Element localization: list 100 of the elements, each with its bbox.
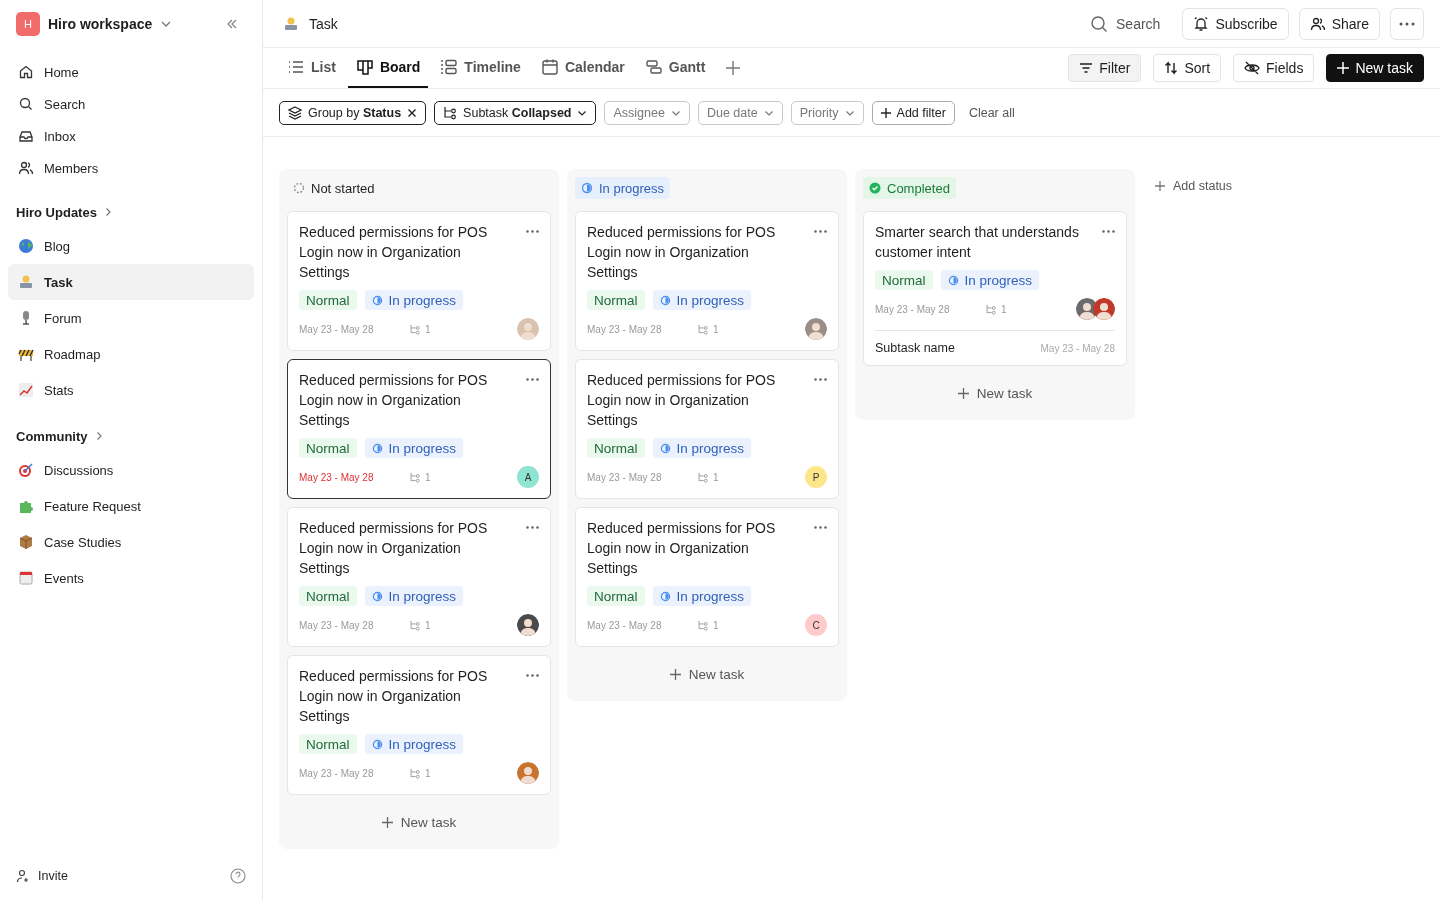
home-icon [18, 64, 34, 80]
task-title: Reduced permissions for POS Login now in Organization Settings [587, 223, 777, 282]
task-card[interactable]: Reduced permissions for POS Login now in Organization Settings Normal In progress May 23 - May 28 1 C [575, 507, 839, 647]
clear-all-link[interactable]: Clear all [968, 105, 1015, 120]
status-text: In progress [388, 292, 457, 308]
subtask-count: 1 [1001, 303, 1007, 315]
sidebar-item[interactable]: Discussions [8, 452, 254, 488]
search-button[interactable]: Search [1090, 14, 1161, 33]
status-label[interactable]: Not started [287, 177, 381, 199]
date-range: May 23 - May 28 [587, 471, 663, 483]
add-view-icon[interactable] [725, 60, 742, 76]
toolbar-button[interactable]: New task [1326, 54, 1424, 82]
sidebar-item[interactable]: Case Studies [8, 524, 254, 560]
filter-chip[interactable]: Group by Status [279, 100, 427, 125]
sidebar-item[interactable]: Forum [8, 300, 254, 336]
task-card[interactable]: Reduced permissions for POS Login now in Organization Settings Normal In progress May 23 - May 28 1 [575, 211, 839, 351]
add-filter-button[interactable]: Add filter [871, 100, 955, 125]
sidebar-item[interactable]: Task [8, 264, 254, 300]
share-button[interactable]: Share [1298, 7, 1380, 40]
priority-tag: Normal [587, 438, 645, 458]
sidebar-item[interactable]: Events [8, 560, 254, 596]
section-title[interactable]: Community [16, 428, 88, 444]
view-tab[interactable]: List [279, 48, 344, 88]
nav-item[interactable]: Search [8, 88, 254, 120]
task-title: Smarter search that understands customer intent [875, 223, 1080, 262]
subtask-count: 1 [425, 767, 431, 779]
section-title[interactable]: Hiro Updates [16, 204, 97, 220]
subtask-count: 1 [425, 323, 431, 335]
nav-item[interactable]: Members [8, 152, 254, 184]
view-tab[interactable]: Timeline [432, 48, 529, 88]
more-icon[interactable] [526, 526, 539, 529]
gantt-icon [644, 58, 663, 76]
status-label[interactable]: In progress [575, 177, 671, 199]
subtask-count: 1 [713, 323, 719, 335]
plus-icon [381, 816, 393, 828]
half-circle-icon [659, 294, 671, 306]
help-icon[interactable] [230, 868, 246, 884]
view-tab[interactable]: Board [347, 48, 429, 88]
task-card[interactable]: Reduced permissions for POS Login now in Organization Settings Normal In progress May 23 - May 28 1 [287, 507, 551, 647]
collapse-sidebar-icon[interactable] [226, 18, 238, 30]
more-icon[interactable] [814, 230, 827, 233]
task-title: Reduced permissions for POS Login now in Organization Settings [299, 667, 489, 726]
subtask-icon [409, 471, 421, 483]
toolbar-button[interactable]: Sort [1153, 54, 1222, 82]
add-status-button[interactable]: Add status [1143, 169, 1245, 203]
filter-chip[interactable]: Due date [697, 100, 783, 125]
layers-icon [288, 105, 302, 120]
bell-icon [1193, 15, 1210, 32]
sidebar-item[interactable]: Blog [8, 228, 254, 264]
new-task-button[interactable]: New task [863, 374, 1127, 412]
chart-icon [18, 382, 34, 398]
more-icon[interactable] [526, 674, 539, 677]
nav-item[interactable]: Home [8, 56, 254, 88]
view-tab[interactable]: Gantt [636, 48, 714, 88]
subtask-icon [443, 105, 458, 120]
more-icon[interactable] [814, 526, 827, 529]
task-card[interactable]: Reduced permissions for POS Login now in Organization Settings Normal In progress May 23 - May 28 1 A [287, 359, 551, 499]
subtask-icon [697, 471, 709, 483]
half-circle-icon [371, 738, 383, 750]
workspace-name[interactable]: Hiro workspace [48, 16, 153, 32]
date-range: May 23 - May 28 [1040, 342, 1115, 354]
search-icon [1090, 14, 1108, 33]
subtask-icon [697, 619, 709, 631]
view-tab[interactable]: Calendar [532, 48, 633, 88]
check-circle-icon [869, 182, 881, 194]
sidebar-item[interactable]: Feature Request [8, 488, 254, 524]
task-card[interactable]: Reduced permissions for POS Login now in Organization Settings Normal In progress May 23 - May 28 1 [287, 655, 551, 795]
toolbar-button[interactable]: Fields [1233, 54, 1315, 82]
subtask-icon [409, 767, 421, 779]
date-range: May 23 - May 28 [299, 619, 375, 631]
more-icon[interactable] [814, 378, 827, 381]
subtask-icon [409, 619, 421, 631]
new-task-button[interactable]: New task [287, 803, 551, 841]
date-range: May 23 - May 28 [299, 471, 375, 483]
toolbar-button[interactable]: Filter [1068, 54, 1142, 82]
calendar-icon [18, 570, 34, 586]
invite-button[interactable]: Invite [16, 869, 68, 883]
subtask-icon [697, 323, 709, 335]
new-task-button[interactable]: New task [575, 655, 839, 693]
task-card[interactable]: Reduced permissions for POS Login now in Organization Settings Normal In progress May 23 - May 28 1 [287, 211, 551, 351]
subtask-name[interactable]: Subtask name [875, 341, 955, 355]
filter-chip[interactable]: Subtask Collapsed [434, 100, 597, 125]
subscribe-button[interactable]: Subscribe [1182, 7, 1289, 40]
more-icon[interactable] [526, 378, 539, 381]
sidebar-item[interactable]: Stats [8, 372, 254, 408]
filter-chip[interactable]: Assignee [604, 100, 690, 125]
priority-tag: Normal [299, 438, 357, 458]
half-circle-icon [371, 590, 383, 602]
task-card[interactable]: Smarter search that understands customer intent Normal In progress May 23 - May 28 1 Subtask name May 23 - May 28 [863, 211, 1127, 366]
board-icon [355, 58, 374, 76]
nav-item[interactable]: Inbox [8, 120, 254, 152]
more-icon[interactable] [1102, 230, 1115, 233]
task-card[interactable]: Reduced permissions for POS Login now in Organization Settings Normal In progress May 23 - May 28 1 P [575, 359, 839, 499]
add-user-icon [16, 869, 30, 883]
priority-tag: Normal [299, 734, 357, 754]
filter-chip[interactable]: Priority [790, 100, 864, 125]
more-icon[interactable] [526, 230, 539, 233]
status-label[interactable]: Completed [863, 177, 956, 199]
task-title: Reduced permissions for POS Login now in Organization Settings [587, 371, 777, 430]
sidebar-item[interactable]: Roadmap [8, 336, 254, 372]
